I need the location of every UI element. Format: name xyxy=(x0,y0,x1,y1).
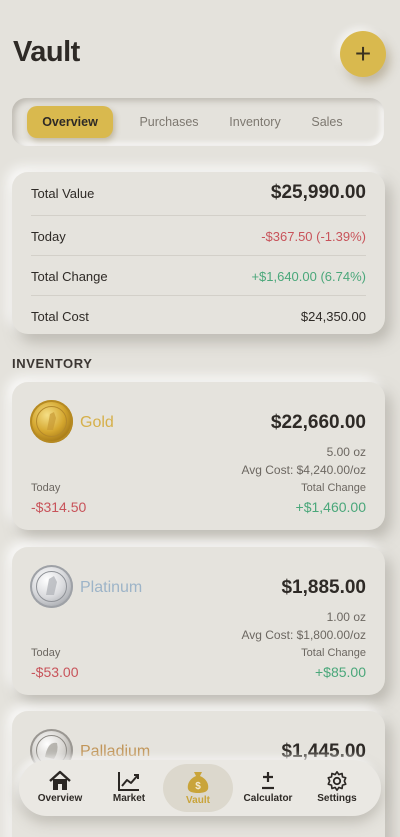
home-icon xyxy=(49,770,71,790)
total-change-value: +$1,640.00 (6.74%) xyxy=(251,268,366,284)
today-label: Today xyxy=(31,228,66,244)
total-value: $25,990.00 xyxy=(270,182,366,203)
total-cost-row: Total Cost $24,350.00 xyxy=(31,296,366,336)
page-title: Vault xyxy=(13,36,80,68)
total-cost-value: $24,350.00 xyxy=(300,308,366,324)
nav-label: Vault xyxy=(186,795,210,806)
total-cost-label: Total Cost xyxy=(31,308,89,324)
metal-today-label: Today xyxy=(31,482,61,494)
nav-settings[interactable]: Settings xyxy=(302,764,372,812)
metal-change-label: Total Change xyxy=(301,482,366,494)
metal-today-value: -$53.00 xyxy=(31,664,79,680)
metal-change-label: Total Change xyxy=(301,647,366,659)
platinum-coin-icon xyxy=(30,565,73,608)
plus-minus-icon xyxy=(262,772,274,790)
gold-coin-icon xyxy=(30,400,73,443)
nav-market[interactable]: Market xyxy=(94,764,164,812)
metal-name: Platinum xyxy=(80,579,143,596)
metal-value: $1,885.00 xyxy=(281,577,366,598)
add-button[interactable]: + xyxy=(340,31,386,77)
tab-overview[interactable]: Overview xyxy=(27,106,113,138)
total-value-row: Total Value $25,990.00 xyxy=(31,173,366,213)
total-change-label: Total Change xyxy=(31,268,108,284)
total-value-label: Total Value xyxy=(31,185,95,201)
header: Vault + xyxy=(0,0,400,95)
segment-tabs: Overview Purchases Inventory Sales xyxy=(12,98,384,146)
nav-calculator[interactable]: Calculator xyxy=(233,764,303,812)
metal-card-gold[interactable]: Gold $22,660.00 5.00 oz Avg Cost: $4,240… xyxy=(12,382,385,530)
metal-avg-cost: Avg Cost: $1,800.00/oz xyxy=(241,628,366,642)
summary-card: Total Value $25,990.00 Today -$367.50 (-… xyxy=(12,172,385,334)
chart-icon xyxy=(118,772,139,791)
nav-overview[interactable]: Overview xyxy=(25,764,95,812)
metal-change-value: +$1,460.00 xyxy=(295,499,366,515)
metal-today-label: Today xyxy=(31,647,61,659)
bottom-nav: Overview Market $ Vault Calculator Setti… xyxy=(19,760,381,816)
inventory-heading: INVENTORY xyxy=(12,356,93,371)
metal-name: Gold xyxy=(80,414,114,431)
total-change-row: Total Change +$1,640.00 (6.74%) xyxy=(31,256,366,296)
metal-today-value: -$314.50 xyxy=(31,499,87,515)
tab-sales[interactable]: Sales xyxy=(284,106,370,138)
nav-label: Overview xyxy=(37,793,83,804)
nav-vault[interactable]: $ Vault xyxy=(163,764,233,812)
nav-label: Market xyxy=(112,793,146,804)
metal-card-platinum[interactable]: Platinum $1,885.00 1.00 oz Avg Cost: $1,… xyxy=(12,547,385,695)
svg-text:$: $ xyxy=(195,781,201,792)
nav-label: Settings xyxy=(317,793,357,804)
nav-label: Calculator xyxy=(243,793,293,804)
metal-weight: 1.00 oz xyxy=(326,610,366,624)
gear-icon xyxy=(327,771,347,791)
metal-avg-cost: Avg Cost: $4,240.00/oz xyxy=(241,463,366,477)
metal-weight: 5.00 oz xyxy=(326,445,366,459)
metal-value: $22,660.00 xyxy=(270,412,366,433)
today-row: Today -$367.50 (-1.39%) xyxy=(31,216,366,256)
metal-change-value: +$85.00 xyxy=(315,664,366,680)
metal-name: Palladium xyxy=(80,743,151,760)
tab-purchases[interactable]: Purchases xyxy=(126,106,212,138)
money-bag-icon: $ xyxy=(187,772,209,793)
today-value: -$367.50 (-1.39%) xyxy=(261,228,366,244)
